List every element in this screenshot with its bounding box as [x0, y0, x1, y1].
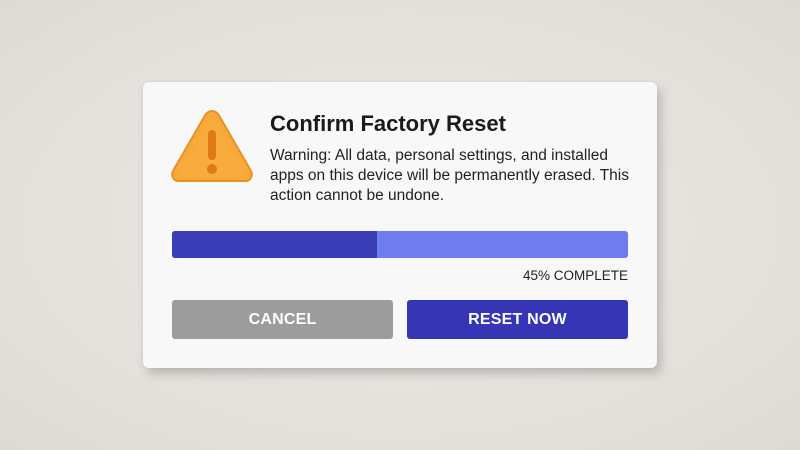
progress-label: 45% COMPLETE — [522, 268, 628, 283]
dialog-title: Confirm Factory Reset — [270, 111, 506, 136]
reset-now-button[interactable]: RESET NOW — [407, 300, 628, 339]
warning-message: Warning: All data, personal settings, an… — [270, 147, 629, 204]
factory-reset-dialog: Confirm Factory Reset Warning: All data,… — [143, 82, 657, 368]
warning-triangle-icon — [171, 109, 253, 182]
reset-progress-bar — [172, 231, 628, 258]
cancel-button[interactable]: CANCEL — [172, 300, 393, 339]
progress-bar-fill — [172, 231, 378, 258]
